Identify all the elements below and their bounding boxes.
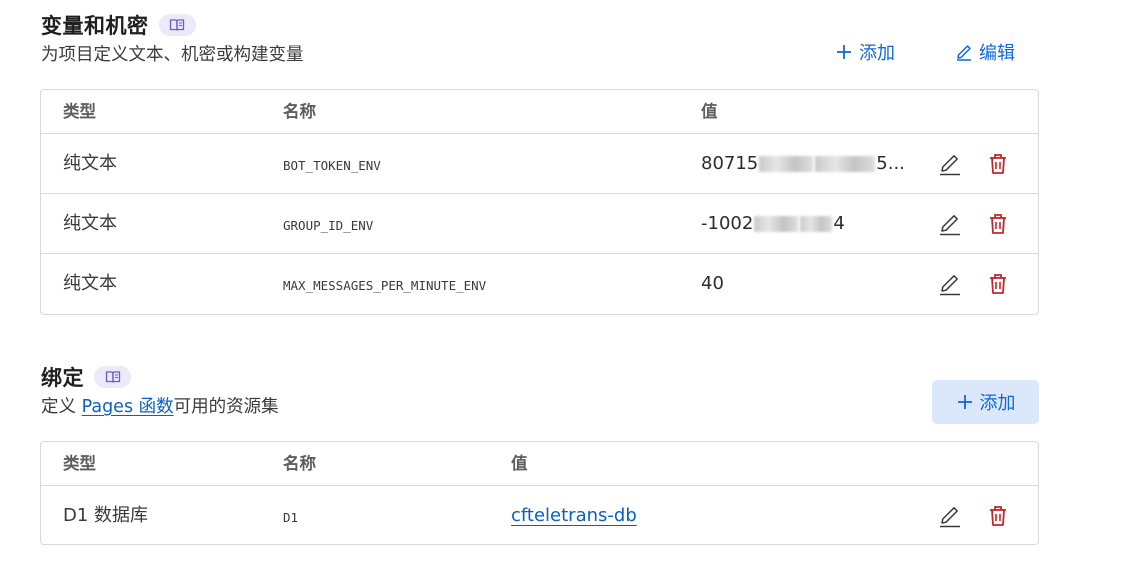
row-name: MAX_MESSAGES_PER_MINUTE_ENV <box>283 278 487 293</box>
book-icon <box>105 371 120 383</box>
edit-row-button[interactable] <box>937 271 963 297</box>
edit-row-button[interactable] <box>937 151 963 177</box>
bindings-section-title: 绑定 <box>41 366 84 390</box>
column-header-name: 名称 <box>283 102 316 121</box>
bindings-add-button[interactable]: 添加 <box>932 380 1039 424</box>
redacted-value <box>800 216 833 232</box>
bindings-section-description: 定义 Pages 函数可用的资源集 <box>41 393 279 418</box>
env-section-description: 为项目定义文本、机密或构建变量 <box>41 45 304 65</box>
pencil-icon <box>957 45 971 61</box>
table-row: 纯文本 MAX_MESSAGES_PER_MINUTE_ENV 40 <box>41 254 1038 314</box>
env-section-title: 变量和机密 <box>41 14 149 38</box>
row-type: 纯文本 <box>63 213 117 234</box>
env-variables-table: 类型 名称 值 纯文本 BOT_TOKEN_ENV 80715 5... 纯文本… <box>40 89 1039 315</box>
env-add-label: 添加 <box>859 43 895 64</box>
delete-row-button[interactable] <box>985 271 1011 297</box>
column-header-value: 值 <box>701 102 718 121</box>
env-section-header: 变量和机密 <box>41 10 196 40</box>
row-name: BOT_TOKEN_ENV <box>283 158 381 173</box>
column-header-type: 类型 <box>63 102 96 121</box>
row-type: 纯文本 <box>63 273 117 294</box>
row-name: D1 <box>283 510 299 525</box>
row-value: cfteletrans-db <box>511 486 637 544</box>
bindings-add-label: 添加 <box>979 393 1016 414</box>
delete-row-button[interactable] <box>985 211 1011 237</box>
trash-icon <box>990 274 1006 294</box>
redacted-value <box>759 156 814 172</box>
edit-row-button[interactable] <box>937 211 963 237</box>
plus-icon <box>957 395 972 409</box>
bindings-table: 类型 名称 值 D1 数据库 D1 cfteletrans-db <box>40 441 1039 545</box>
row-type: D1 数据库 <box>63 505 149 526</box>
env-edit-button[interactable]: 编辑 <box>955 39 1015 65</box>
value-suffix: 5... <box>876 153 905 174</box>
database-link[interactable]: cfteletrans-db <box>511 486 637 544</box>
column-header-value: 值 <box>511 454 528 473</box>
redacted-value <box>754 216 799 232</box>
env-edit-label: 编辑 <box>979 43 1015 64</box>
description-suffix: 可用的资源集 <box>173 397 279 417</box>
table-header: 类型 名称 值 <box>41 442 1038 486</box>
trash-icon <box>990 214 1006 234</box>
row-value: 40 <box>701 254 724 314</box>
trash-icon <box>990 154 1006 174</box>
row-value: 80715 5... <box>701 134 905 194</box>
row-type: 纯文本 <box>63 153 117 174</box>
value-prefix: -1002 <box>701 213 754 234</box>
trash-icon <box>990 506 1006 526</box>
env-docs-badge[interactable] <box>158 14 196 36</box>
row-name: GROUP_ID_ENV <box>283 218 374 233</box>
delete-row-button[interactable] <box>985 151 1011 177</box>
table-header: 类型 名称 值 <box>41 90 1038 134</box>
pencil-icon <box>940 275 960 296</box>
bindings-section-header: 绑定 <box>41 362 131 392</box>
plus-icon <box>837 45 851 59</box>
redacted-value <box>815 156 876 172</box>
description-prefix: 定义 <box>41 397 82 417</box>
table-row: D1 数据库 D1 cfteletrans-db <box>41 486 1038 544</box>
table-row: 纯文本 BOT_TOKEN_ENV 80715 5... <box>41 134 1038 194</box>
value-prefix: 40 <box>701 273 724 294</box>
book-icon <box>169 19 185 31</box>
delete-row-button[interactable] <box>985 503 1011 529</box>
row-value: -1002 4 <box>701 194 845 254</box>
pencil-icon <box>940 155 960 176</box>
pencil-icon <box>940 215 960 236</box>
table-row: 纯文本 GROUP_ID_ENV -1002 4 <box>41 194 1038 254</box>
pencil-icon <box>940 507 960 528</box>
edit-row-button[interactable] <box>937 503 963 529</box>
value-prefix: 80715 <box>701 153 759 174</box>
column-header-type: 类型 <box>63 454 96 473</box>
column-header-name: 名称 <box>283 454 316 473</box>
pages-functions-link[interactable]: Pages 函数 <box>82 397 174 417</box>
bindings-docs-badge[interactable] <box>94 366 131 388</box>
env-add-button[interactable]: 添加 <box>835 39 895 65</box>
value-suffix: 4 <box>833 213 845 234</box>
